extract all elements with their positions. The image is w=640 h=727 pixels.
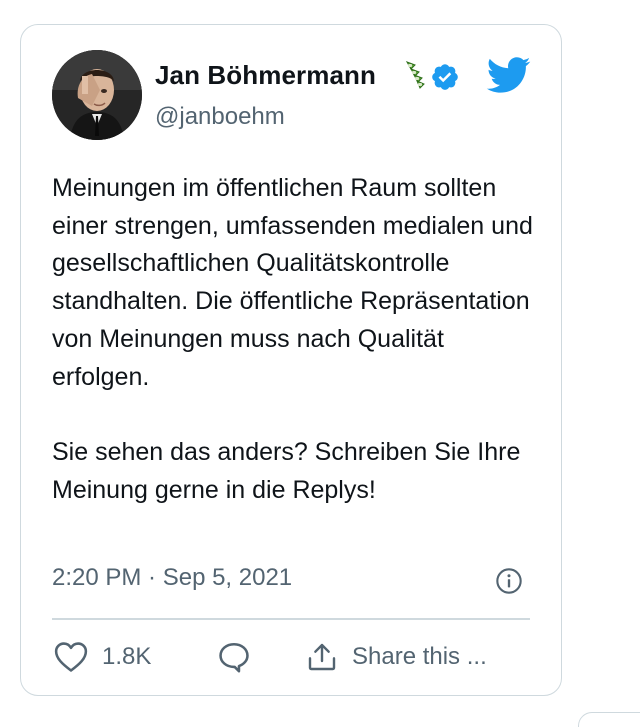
adjacent-card-edge [578, 712, 640, 727]
divider [52, 618, 530, 620]
tweet-card[interactable]: Jan Böhmermann @janboehm Meinungen im öf… [20, 24, 562, 696]
tweet-timestamp[interactable]: 2:20 PM · Sep 5, 2021 [52, 564, 292, 592]
twitter-bird-icon[interactable] [485, 55, 531, 95]
share-button[interactable]: Share this ... [306, 637, 487, 677]
avatar-photo [52, 50, 142, 140]
avatar[interactable] [52, 50, 142, 140]
verified-badge-icon [430, 62, 460, 92]
share-upload-icon [306, 640, 338, 674]
share-label: Share this ... [352, 643, 487, 670]
heart-icon [54, 641, 88, 673]
info-icon[interactable] [495, 567, 523, 595]
reply-button[interactable] [217, 637, 251, 677]
vertebrae-emoji-icon [403, 59, 429, 91]
like-count: 1.8K [102, 643, 152, 670]
comment-bubble-icon [217, 641, 251, 673]
tweet-text: Meinungen im öffentlichen Raum sollten e… [52, 174, 533, 504]
author-handle[interactable]: @janboehm [155, 103, 285, 131]
author-name[interactable]: Jan Böhmermann [155, 60, 376, 91]
like-button[interactable]: 1.8K [54, 637, 151, 677]
